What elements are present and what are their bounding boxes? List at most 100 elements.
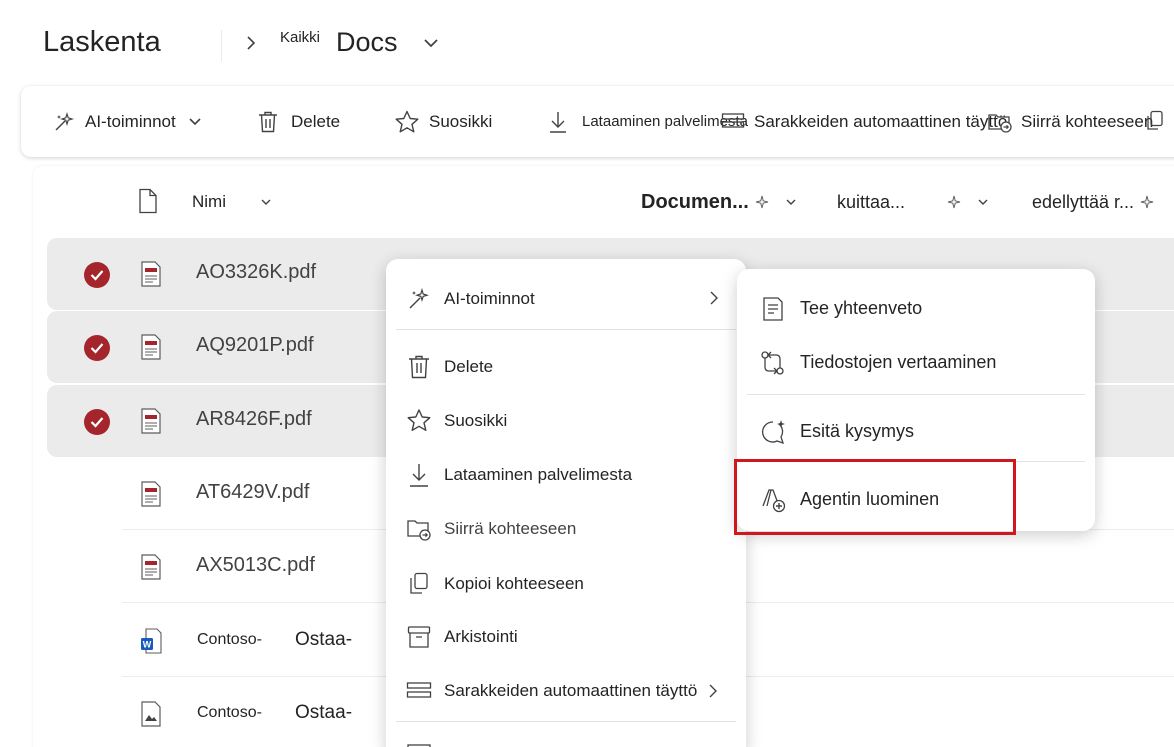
partial-menu-icon <box>407 744 431 747</box>
file-name[interactable]: Contoso- <box>197 704 262 722</box>
pdf-file-icon <box>141 554 161 580</box>
file-name[interactable]: AT6429V.pdf <box>196 481 309 504</box>
menu-item-copy-to[interactable]: Kopioi kohteeseen <box>386 559 746 609</box>
menu-divider <box>396 721 736 722</box>
menu-item-favorite[interactable]: Suosikki <box>386 396 746 446</box>
chevron-down-icon <box>786 199 796 205</box>
header-divider <box>221 30 222 62</box>
sparkle-wand-icon <box>409 287 429 309</box>
copy-icon <box>410 572 428 594</box>
highlight-box <box>734 459 1016 535</box>
file-name-suffix: Ostaa- <box>295 702 383 724</box>
list-column-header: Nimi Documen... kuittaa... edellyttää r.… <box>33 166 1174 238</box>
submenu-label: Tiedostojen vertaaminen <box>800 352 997 372</box>
folder-move-icon <box>407 520 431 541</box>
menu-label: Lataaminen palvelimesta <box>444 465 633 484</box>
trash-icon <box>259 111 277 132</box>
autofill-columns-label: Sarakkeiden automaattinen täyttö <box>754 111 1008 131</box>
column-name-label: Nimi <box>192 192 226 211</box>
menu-label: Siirrä kohteeseen <box>444 519 577 538</box>
download-button[interactable]: Lataaminen palvelimesta <box>548 86 748 157</box>
columns-autofill-icon <box>406 682 432 698</box>
column-header-kuittaa[interactable]: kuittaa... <box>837 166 989 238</box>
pdf-file-icon <box>141 334 161 360</box>
menu-label: Arkistointi <box>444 627 518 646</box>
column-document-label: Documen... <box>641 190 749 213</box>
svg-text:W: W <box>143 640 152 650</box>
star-icon <box>407 409 431 431</box>
file-type-column-icon[interactable] <box>138 188 158 214</box>
pdf-file-icon <box>141 481 161 507</box>
file-name[interactable]: Contoso- <box>197 631 262 649</box>
menu-item-autofill-columns[interactable]: Sarakkeiden automaattinen täyttö <box>386 666 746 716</box>
column-header-edellyttaa[interactable]: edellyttää r... <box>1032 166 1154 238</box>
site-title[interactable]: Laskenta <box>43 26 161 59</box>
move-to-button[interactable]: Siirrä kohteeseen <box>987 86 1153 157</box>
chat-sparkle-icon <box>762 420 785 445</box>
menu-label: AI-toiminnot <box>444 289 535 308</box>
chevron-right-icon <box>710 291 718 305</box>
menu-label: Kopioi kohteeseen <box>444 574 584 593</box>
favorite-label: Suosikki <box>429 111 493 131</box>
delete-label: Delete <box>291 111 341 131</box>
autofill-columns-button[interactable]: Sarakkeiden automaattinen täyttö <box>721 86 1007 157</box>
file-name[interactable]: AX5013C.pdf <box>196 554 315 577</box>
download-icon <box>410 464 428 487</box>
word-file-icon: W <box>141 628 162 654</box>
chevron-right-icon <box>709 684 717 698</box>
menu-label: Suosikki <box>444 411 508 430</box>
ai-actions-label: AI-toiminnot <box>85 111 176 131</box>
submenu-item-compare-files[interactable]: Tiedostojen vertaaminen <box>737 337 1095 387</box>
delete-button[interactable]: Delete <box>257 86 340 157</box>
sparkle-icon <box>947 195 961 209</box>
menu-item-archive[interactable]: Arkistointi <box>386 612 746 662</box>
library-title[interactable]: Docs <box>336 27 398 58</box>
checkmark-circle-icon[interactable] <box>84 262 110 288</box>
submenu-label: Tee yhteenveto <box>800 298 923 318</box>
columns-autofill-icon <box>721 112 745 128</box>
sparkle-icon <box>1140 195 1154 209</box>
menu-item-delete[interactable]: Delete <box>386 342 746 392</box>
page-header: Laskenta Kaikki Docs <box>0 0 1174 88</box>
folder-move-icon <box>988 113 1012 133</box>
command-bar: AI-toiminnot Delete Suosikki Lataaminen … <box>21 86 1174 157</box>
file-name[interactable]: AR8426F.pdf <box>196 408 312 431</box>
archive-icon <box>407 626 431 648</box>
menu-item-ai-actions[interactable]: AI-toiminnot <box>386 274 746 324</box>
image-file-icon <box>141 701 161 727</box>
column-kuittaa-label: kuittaa... <box>837 191 906 212</box>
trash-icon <box>409 355 429 379</box>
submenu-item-ask-question[interactable]: Esitä kysymys <box>737 406 1095 456</box>
file-name[interactable]: AQ9201P.pdf <box>196 334 314 357</box>
column-edellyttaa-label: edellyttää r... <box>1032 191 1135 212</box>
file-name[interactable]: AO3326K.pdf <box>196 261 316 284</box>
file-name-suffix: Ostaa- <box>295 629 383 651</box>
sparkle-wand-icon <box>55 111 74 130</box>
menu-item-download[interactable]: Lataaminen palvelimesta <box>386 450 746 500</box>
menu-label: Delete <box>444 357 494 376</box>
chevron-down-icon <box>978 199 988 205</box>
menu-label: Sarakkeiden automaattinen täyttö <box>444 681 698 700</box>
move-to-label: Siirrä kohteeseen <box>1021 111 1154 131</box>
column-header-name[interactable]: Nimi <box>192 166 272 238</box>
favorite-button[interactable]: Suosikki <box>394 86 492 157</box>
checkmark-circle-icon[interactable] <box>84 335 110 361</box>
submenu-label: Esitä kysymys <box>800 421 915 441</box>
library-dropdown-chevron-icon[interactable] <box>422 36 440 50</box>
menu-item-move-to[interactable]: Siirrä kohteeseen <box>386 504 746 554</box>
checkmark-circle-icon[interactable] <box>84 409 110 435</box>
sparkle-icon <box>755 195 768 209</box>
copy-icon[interactable] <box>1146 110 1164 132</box>
chevron-down-icon <box>261 199 271 205</box>
summary-document-icon <box>763 297 783 321</box>
submenu-item-summarize[interactable]: Tee yhteenveto <box>737 283 1095 333</box>
breadcrumb-chevron-icon <box>247 36 256 50</box>
compare-arrows-icon <box>761 351 784 375</box>
ai-actions-button[interactable]: AI-toiminnot <box>53 86 202 157</box>
breadcrumb-all-link[interactable]: Kaikki <box>280 29 320 46</box>
pdf-file-icon <box>141 261 161 287</box>
column-header-document[interactable]: Documen... <box>641 166 797 238</box>
pdf-file-icon <box>141 408 161 434</box>
submenu-divider <box>747 394 1085 395</box>
star-icon <box>395 110 419 132</box>
